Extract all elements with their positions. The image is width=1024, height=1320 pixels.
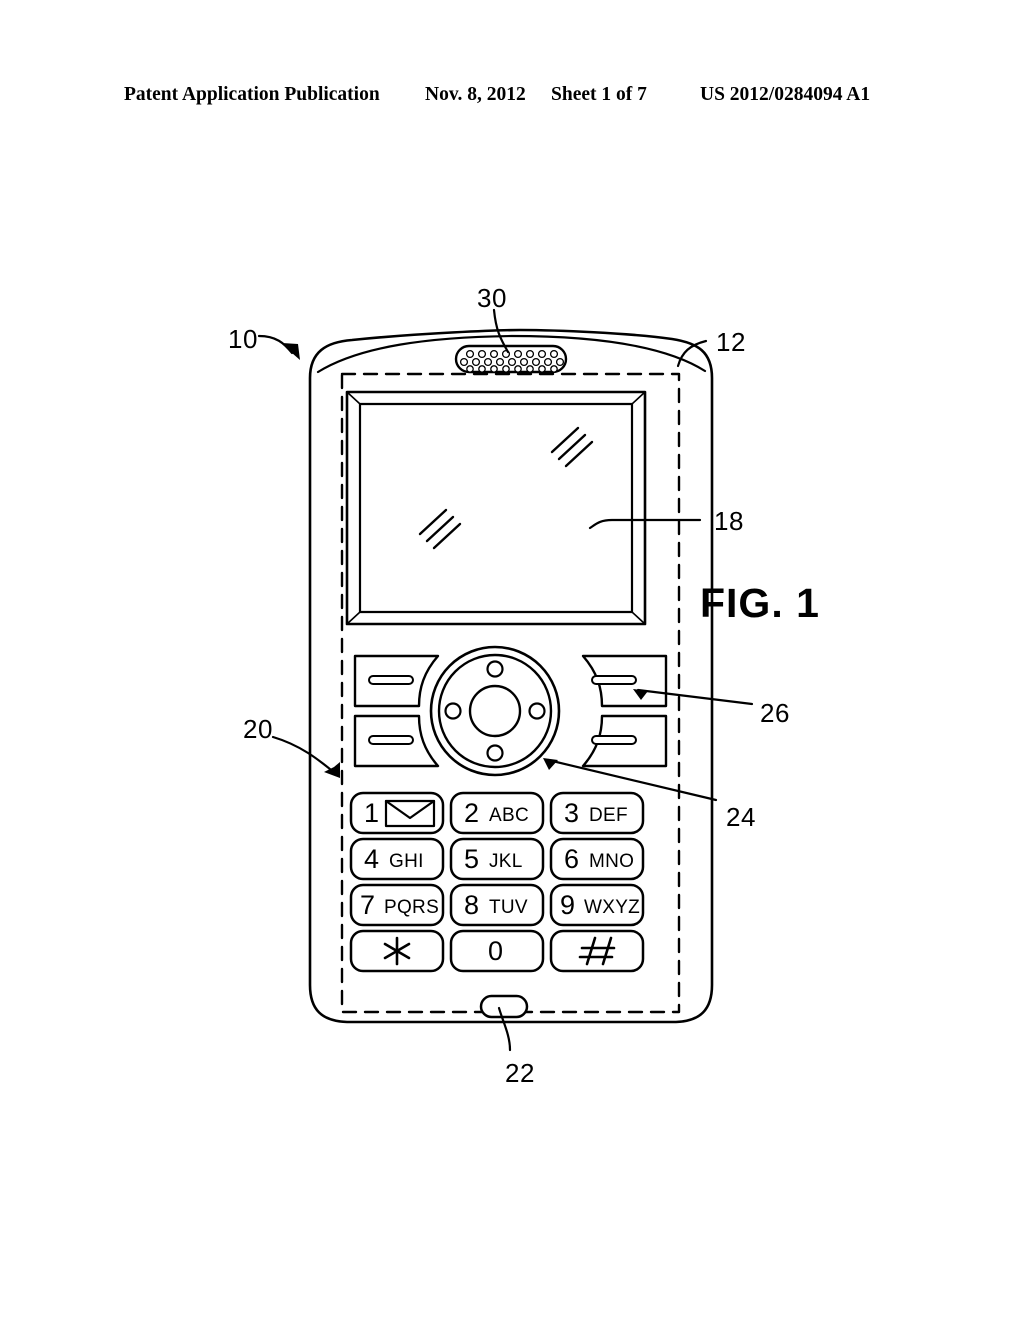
ref-numeral-22: 22 [505, 1058, 535, 1088]
key-4 [349, 837, 445, 881]
envelope-icon [384, 799, 436, 828]
ref-numeral-12: 12 [716, 327, 746, 357]
figure-drawing [257, 308, 754, 1052]
key-3 [549, 791, 645, 835]
key-8 [449, 883, 545, 927]
key-6 [549, 837, 645, 881]
key-7 [349, 883, 445, 927]
nav-down-dot [486, 744, 504, 762]
ref-numeral-24: 24 [726, 802, 756, 832]
ref-numeral-20: 20 [243, 714, 273, 744]
leader-20 [271, 735, 338, 776]
nav-left-dot [444, 702, 462, 720]
nav-right-dot [528, 702, 546, 720]
arrow-20 [324, 762, 340, 778]
ref-numeral-18: 18 [714, 506, 744, 536]
arrow-24 [543, 758, 558, 770]
key-9 [549, 883, 645, 927]
ref-numeral-26: 26 [760, 698, 790, 728]
speaker-grille [454, 344, 568, 374]
key-5 [449, 837, 545, 881]
nav-up-dot [486, 660, 504, 678]
figure-caption: FIG. 1 [700, 580, 820, 626]
key-hash [549, 929, 645, 973]
display-screen [345, 390, 647, 626]
arrow-10 [282, 343, 300, 360]
nav-center-button [468, 684, 522, 738]
key-0 [449, 929, 545, 973]
microphone [479, 994, 529, 1019]
key-2 [449, 791, 545, 835]
navigation-control [429, 645, 561, 777]
ref-numeral-30: 30 [477, 283, 507, 313]
ref-numeral-10: 10 [228, 324, 258, 354]
patent-figure: 10 12 18 20 22 24 26 30 FIG. 1 [0, 0, 1024, 1320]
